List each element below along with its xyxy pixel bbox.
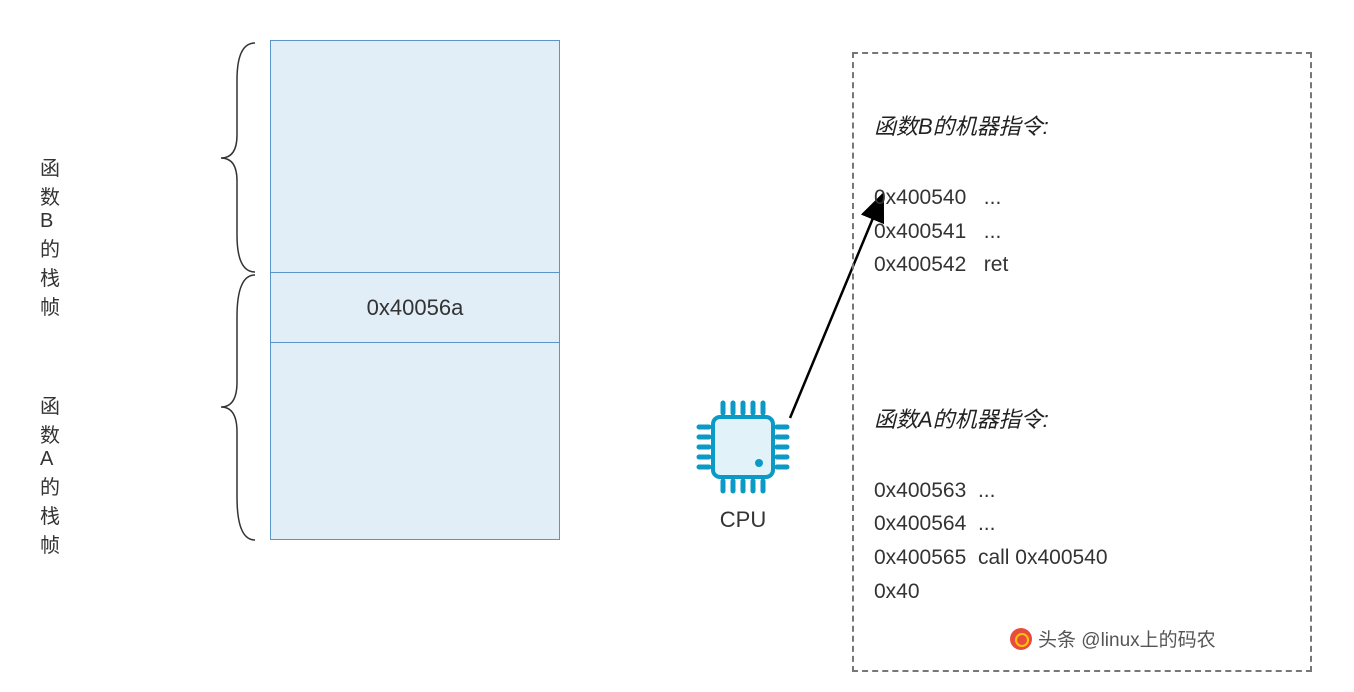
b-instructions: 0x400540 ... 0x400541 ... 0x400542 ret — [874, 181, 1290, 282]
instruction-block-a: 函数A的机器指令: 0x400563 ... 0x400564 ... 0x40… — [874, 402, 1290, 608]
instruction-line: 0x400563 ... — [874, 474, 1290, 508]
stack-box: 0x40056a — [270, 40, 560, 540]
instruction-line: 0x400540 ... — [874, 181, 1290, 215]
instr: ... — [978, 512, 996, 535]
diagram-container: 函数B的栈帧 函数A的栈帧 0x40056a — [0, 0, 1354, 692]
addr: 0x400563 — [874, 479, 966, 502]
instruction-line-partial: 0x40 — [874, 575, 1290, 609]
stack-frame-b — [271, 41, 559, 273]
watermark-text: 头条 @linux上的码农 — [1038, 625, 1216, 652]
instruction-line: 0x400564 ... — [874, 507, 1290, 541]
cpu-icon — [696, 400, 790, 494]
instr: ... — [978, 479, 996, 502]
addr: 0x400564 — [874, 512, 966, 535]
instr: ... — [984, 186, 1002, 209]
watermark: 头条 @linux上的码农 — [1010, 625, 1216, 652]
section-b-title: 函数B的机器指令: — [874, 109, 1290, 141]
addr: 0x400540 — [874, 186, 966, 209]
stack-frame-b-label: 函数B的栈帧 — [40, 152, 60, 320]
addr: 0x400565 — [874, 546, 966, 569]
addr: 0x40 — [874, 580, 920, 603]
instr: ... — [984, 220, 1002, 243]
brace-a-icon — [215, 272, 271, 547]
stack-frame-a — [271, 343, 559, 539]
addr: 0x400542 — [874, 253, 966, 276]
instr: ret — [984, 253, 1009, 276]
return-address-cell: 0x40056a — [271, 273, 559, 343]
watermark-icon — [1010, 628, 1032, 650]
instruction-block-b: 函数B的机器指令: 0x400540 ... 0x400541 ... 0x40… — [874, 109, 1290, 282]
cpu-wrapper: CPU — [696, 400, 790, 533]
instruction-box: 函数B的机器指令: 0x400540 ... 0x400541 ... 0x40… — [852, 52, 1312, 672]
addr: 0x400541 — [874, 220, 966, 243]
section-a-title: 函数A的机器指令: — [874, 402, 1290, 434]
instruction-line: 0x400541 ... — [874, 215, 1290, 249]
a-instructions: 0x400563 ... 0x400564 ... 0x400565 call … — [874, 474, 1290, 608]
stack-frame-a-label: 函数A的栈帧 — [40, 390, 60, 558]
cpu-label: CPU — [696, 507, 790, 533]
instr: call 0x400540 — [978, 546, 1108, 569]
brace-b-icon — [215, 40, 271, 278]
instruction-line: 0x400565 call 0x400540 — [874, 541, 1290, 575]
instruction-line: 0x400542 ret — [874, 248, 1290, 282]
